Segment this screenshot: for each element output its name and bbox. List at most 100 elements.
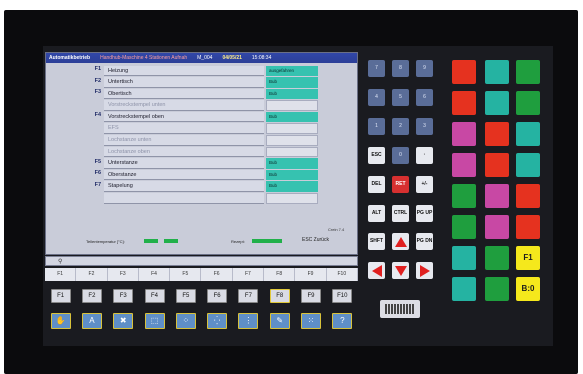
function-row-label: Vorstreckstempel oben: [104, 111, 264, 123]
fkey-9[interactable]: F9: [301, 289, 322, 303]
frame-arrows-button[interactable]: ⁛: [207, 313, 228, 329]
strip-label: F9: [295, 268, 327, 281]
key-1[interactable]: 1: [368, 118, 385, 135]
shift-key[interactable]: SHFT: [368, 233, 385, 250]
strip-label: F4: [139, 268, 171, 281]
esc-key[interactable]: ESC: [368, 147, 385, 164]
alt-key[interactable]: ALT: [368, 205, 385, 222]
function-status-field: ausgefahren: [266, 65, 318, 76]
softkey-green-5[interactable]: [485, 246, 509, 270]
letter-a-button[interactable]: A: [81, 313, 102, 329]
softkey-red-2[interactable]: [452, 91, 476, 115]
tools-button[interactable]: ✖: [113, 313, 134, 329]
arrow-up-icon: [394, 236, 407, 247]
station-button[interactable]: ⋮: [238, 313, 259, 329]
arrow-up-key[interactable]: [392, 233, 409, 250]
function-row-label: Lochstanze oben: [104, 146, 264, 158]
function-row[interactable]: F2 Untertisch Bub: [46, 77, 359, 89]
fkey-1[interactable]: F1: [50, 289, 71, 303]
fkey-4[interactable]: F4: [144, 289, 165, 303]
hmi-panel: Automatikbetrieb Handhub-Maschine 4 Stat…: [45, 52, 358, 255]
keyboard-key[interactable]: [380, 300, 420, 318]
softkey-green-2[interactable]: [516, 91, 540, 115]
softkey-red-5[interactable]: [516, 184, 540, 208]
key-0[interactable]: 0: [392, 147, 409, 164]
function-row[interactable]: EFS: [46, 123, 359, 135]
softkey-red-4[interactable]: [485, 153, 509, 177]
ret-key[interactable]: RET: [392, 176, 409, 193]
key-6[interactable]: 6: [416, 89, 433, 106]
function-row[interactable]: Vorstreckstempel unten: [46, 100, 359, 112]
softkey-red-6[interactable]: [516, 215, 540, 239]
softkey-teal-4[interactable]: [516, 153, 540, 177]
fkey-7[interactable]: F7: [238, 289, 259, 303]
softkey-mag-2[interactable]: [452, 153, 476, 177]
softkey-teal-1[interactable]: [485, 60, 509, 84]
wrench-button[interactable]: ✎: [269, 313, 290, 329]
key-8[interactable]: 8: [392, 60, 409, 77]
help-button[interactable]: ?: [332, 313, 353, 329]
softkey-mag-1[interactable]: [452, 122, 476, 146]
function-row[interactable]: F4 Vorstreckstempel oben Bub: [46, 111, 359, 123]
del-key[interactable]: DEL: [368, 176, 385, 193]
program-label: M_004: [197, 55, 213, 61]
softkey-teal-6[interactable]: [452, 277, 476, 301]
function-row[interactable]: F3 Obertisch Bub: [46, 88, 359, 100]
function-status-field: [266, 135, 318, 146]
fkey-5[interactable]: F5: [175, 289, 196, 303]
function-row[interactable]: F6 Oberstanze Bub: [46, 169, 359, 181]
function-row[interactable]: F5 Unterstanze Bub: [46, 158, 359, 170]
function-row[interactable]: [46, 193, 359, 205]
pg-up-key[interactable]: PG UP: [416, 205, 433, 222]
fkey-8[interactable]: F8: [269, 289, 290, 303]
esc-back-button[interactable]: ESC Zurück: [302, 237, 329, 243]
frame-dots-button[interactable]: ⁘: [175, 313, 196, 329]
fkey-3[interactable]: F3: [113, 289, 134, 303]
date-label: 04/05/21: [222, 55, 242, 61]
key-5[interactable]: 5: [392, 89, 409, 106]
softkey-mag-3[interactable]: [485, 184, 509, 208]
softkey-red-1[interactable]: [452, 60, 476, 84]
function-row[interactable]: F1 Heizung ausgefahren: [46, 65, 359, 77]
pg-dn-key[interactable]: PG DN: [416, 233, 433, 250]
cycle-label: Crein 7.4: [328, 227, 345, 232]
key-9[interactable]: 9: [416, 60, 433, 77]
softkey-red-3[interactable]: [485, 122, 509, 146]
softkey-green-1[interactable]: [516, 60, 540, 84]
strip-label: F6: [201, 268, 233, 281]
softkey-green-4[interactable]: [452, 215, 476, 239]
arrow-down-key[interactable]: [392, 262, 409, 279]
softkey-mag-4[interactable]: [485, 215, 509, 239]
ctrl-key[interactable]: CTRL: [392, 205, 409, 222]
key-7[interactable]: 7: [368, 60, 385, 77]
function-status-field: [266, 193, 318, 204]
arrow-left-key[interactable]: [368, 262, 385, 279]
key-3[interactable]: 3: [416, 118, 433, 135]
function-row[interactable]: Lochstanze oben: [46, 146, 359, 158]
function-status-field: Bub: [266, 169, 318, 181]
arrow-right-key[interactable]: [416, 262, 433, 279]
softkey-f1[interactable]: F1: [516, 246, 540, 270]
softkey-teal-5[interactable]: [452, 246, 476, 270]
frame-button[interactable]: ⬚: [144, 313, 165, 329]
key-4[interactable]: 4: [368, 89, 385, 106]
function-row[interactable]: F7 Stapelung Bub: [46, 181, 359, 193]
fkey-6[interactable]: F6: [207, 289, 228, 303]
softkey-b0[interactable]: B:0: [516, 277, 540, 301]
function-row-label: Unterstanze: [104, 158, 264, 169]
softkey-green-3[interactable]: [452, 184, 476, 208]
function-status-field: Bub: [266, 111, 318, 123]
fkey-2[interactable]: F2: [81, 289, 102, 303]
softkey-teal-3[interactable]: [516, 122, 540, 146]
function-row[interactable]: Lochstanze unten: [46, 135, 359, 147]
grid-button[interactable]: ⁙: [301, 313, 322, 329]
softkey-teal-2[interactable]: [485, 91, 509, 115]
plus-minus-key[interactable]: +/-: [416, 176, 433, 193]
grid-icon: ⁙: [307, 316, 315, 325]
function-key-label: F1: [94, 66, 101, 72]
hand-button[interactable]: ✋: [50, 313, 71, 329]
dot-key[interactable]: ·: [416, 147, 433, 164]
fkey-10[interactable]: F10: [332, 289, 353, 303]
softkey-green-6[interactable]: [485, 277, 509, 301]
key-2[interactable]: 2: [392, 118, 409, 135]
